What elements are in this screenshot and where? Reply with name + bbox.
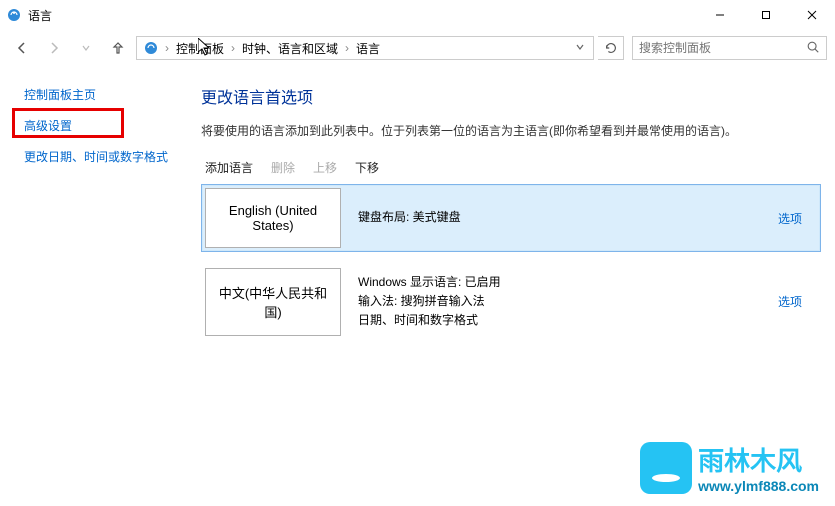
addressbar: › 控制面板 › 时钟、语言和区域 › 语言 (0, 30, 835, 66)
sidebar-link-advanced[interactable]: 高级设置 (24, 117, 185, 134)
content: 更改语言首选项 将要使用的语言添加到此列表中。位于列表第一位的语言为主语言(即你… (195, 66, 835, 506)
titlebar: 语言 (0, 0, 835, 30)
chevron-right-icon: › (163, 41, 171, 55)
maximize-button[interactable] (743, 0, 789, 30)
toolbar-move-down[interactable]: 下移 (355, 159, 379, 176)
search-icon[interactable] (806, 40, 820, 57)
sidebar-link-datetime-format[interactable]: 更改日期、时间或数字格式 (24, 148, 185, 165)
recent-dropdown[interactable] (72, 34, 100, 62)
page-description: 将要使用的语言添加到此列表中。位于列表第一位的语言为主语言(即你希望看到并最常使… (201, 122, 821, 139)
language-list: English (United States) 键盘布局: 美式键盘 选项 中文… (201, 184, 821, 340)
language-row[interactable]: English (United States) 键盘布局: 美式键盘 选项 (201, 184, 821, 252)
language-detail-line: Windows 显示语言: 已启用 (358, 273, 501, 292)
language-options-link[interactable]: 选项 (778, 293, 802, 310)
breadcrumb: 控制面板 › 时钟、语言和区域 › 语言 (171, 40, 569, 57)
back-button[interactable] (8, 34, 36, 62)
language-name: English (United States) (205, 188, 341, 248)
sidebar: 控制面板主页 高级设置 更改日期、时间或数字格式 (0, 66, 195, 506)
language-detail-line: 输入法: 搜狗拼音输入法 (358, 292, 501, 311)
toolbar-remove[interactable]: 删除 (271, 159, 295, 176)
toolbar-move-up[interactable]: 上移 (313, 159, 337, 176)
breadcrumb-icon (143, 40, 159, 56)
search-box[interactable] (632, 36, 827, 60)
refresh-button[interactable] (598, 36, 624, 60)
language-detail-line: 键盘布局: 美式键盘 (358, 208, 461, 227)
main: 控制面板主页 高级设置 更改日期、时间或数字格式 更改语言首选项 将要使用的语言… (0, 66, 835, 506)
sidebar-link-home[interactable]: 控制面板主页 (24, 86, 185, 103)
up-button[interactable] (104, 34, 132, 62)
minimize-button[interactable] (697, 0, 743, 30)
breadcrumb-dropdown[interactable] (569, 41, 591, 55)
language-row[interactable]: 中文(中华人民共和国) Windows 显示语言: 已启用 输入法: 搜狗拼音输… (201, 264, 821, 340)
language-options-cell: 选项 (760, 265, 820, 339)
crumb-control-panel[interactable]: 控制面板 (171, 40, 229, 57)
language-options-link[interactable]: 选项 (778, 210, 802, 227)
window-title: 语言 (28, 7, 52, 24)
window-controls (697, 0, 835, 30)
search-input[interactable] (639, 41, 806, 55)
language-name: 中文(中华人民共和国) (205, 268, 341, 336)
language-detail-line: 日期、时间和数字格式 (358, 311, 501, 330)
toolbar: 添加语言 删除 上移 下移 (201, 159, 821, 176)
app-icon (6, 7, 22, 23)
crumb-clock-lang-region[interactable]: 时钟、语言和区域 (237, 40, 343, 57)
chevron-right-icon: › (229, 41, 237, 55)
crumb-language[interactable]: 语言 (351, 40, 385, 57)
language-details: Windows 显示语言: 已启用 输入法: 搜狗拼音输入法 日期、时间和数字格… (344, 265, 760, 339)
titlebar-left: 语言 (6, 7, 52, 24)
forward-button[interactable] (40, 34, 68, 62)
language-details: 键盘布局: 美式键盘 (344, 185, 760, 251)
language-options-cell: 选项 (760, 185, 820, 251)
chevron-right-icon: › (343, 41, 351, 55)
toolbar-add-language[interactable]: 添加语言 (205, 159, 253, 176)
close-button[interactable] (789, 0, 835, 30)
breadcrumb-wrap: › 控制面板 › 时钟、语言和区域 › 语言 (136, 36, 594, 60)
page-heading: 更改语言首选项 (201, 84, 821, 108)
